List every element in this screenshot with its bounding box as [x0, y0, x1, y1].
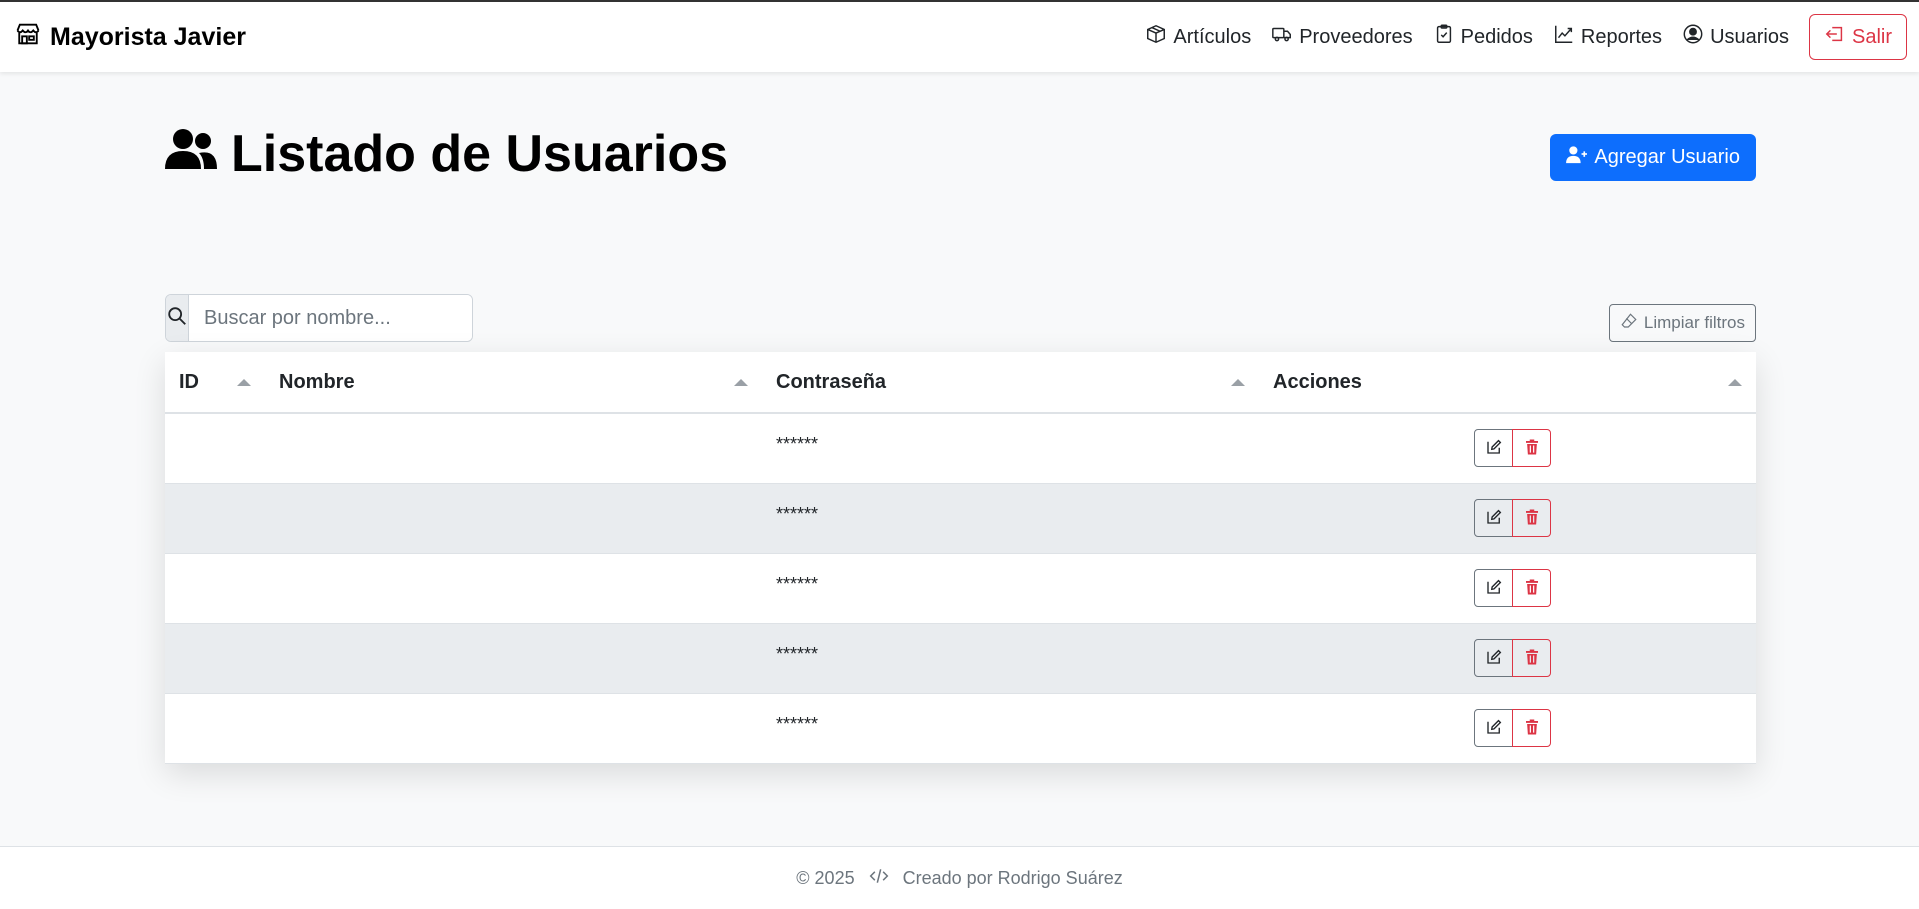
page-title: Listado de Usuarios: [165, 124, 728, 184]
column-header-id[interactable]: ID: [165, 352, 265, 414]
table-row: ******: [165, 623, 1756, 694]
pencil-square-icon: [1485, 648, 1503, 669]
add-user-button[interactable]: Agregar Usuario: [1550, 134, 1756, 181]
cell-nombre: [265, 623, 762, 694]
eraser-icon: [1620, 312, 1638, 335]
cell-id: [165, 413, 265, 484]
nav-item-label: Reportes: [1580, 25, 1663, 48]
cell-actions: [1259, 693, 1756, 764]
delete-button[interactable]: [1512, 499, 1551, 537]
cell-id: [165, 693, 265, 764]
copyright-text: © 2025: [796, 867, 855, 888]
credit-text: Creado por Rodrigo Suárez: [902, 867, 1123, 888]
cell-id: [165, 553, 265, 624]
cell-actions: [1259, 623, 1756, 694]
trash-icon: [1523, 718, 1541, 739]
search-input[interactable]: [189, 295, 472, 341]
title-row: Listado de Usuarios Agregar Usuario: [165, 72, 1756, 222]
delete-button[interactable]: [1512, 569, 1551, 607]
edit-button[interactable]: [1474, 569, 1513, 607]
table-row: ******: [165, 413, 1756, 484]
edit-button[interactable]: [1474, 639, 1513, 677]
column-header-acciones[interactable]: Acciones: [1259, 352, 1756, 414]
cell-actions: [1259, 413, 1756, 484]
logout-label: Salir: [1851, 25, 1892, 48]
trash-icon: [1523, 438, 1541, 459]
cell-password: ******: [762, 483, 1259, 554]
cell-nombre: [265, 553, 762, 624]
logout-button[interactable]: Salir: [1808, 14, 1907, 60]
search-group: [165, 294, 473, 342]
sort-arrow-icon[interactable]: [734, 379, 748, 386]
delete-button[interactable]: [1512, 709, 1551, 747]
truck-icon: [1271, 23, 1293, 51]
cell-id: [165, 483, 265, 554]
sort-arrow-icon[interactable]: [1728, 379, 1742, 386]
column-header-contrasena[interactable]: Contraseña: [762, 352, 1259, 414]
edit-button[interactable]: [1474, 709, 1513, 747]
box-icon: [1145, 23, 1167, 51]
trash-icon: [1523, 508, 1541, 529]
trash-icon: [1523, 578, 1541, 599]
table-row: ******: [165, 553, 1756, 624]
page-title-text: Listado de Usuarios: [231, 125, 728, 183]
graph-up-icon: [1553, 23, 1575, 51]
sort-arrow-icon[interactable]: [1231, 379, 1245, 386]
nav-item-usuarios[interactable]: Usuarios: [1682, 23, 1789, 51]
brand[interactable]: Mayorista Javier: [14, 20, 246, 55]
pencil-square-icon: [1485, 438, 1503, 459]
table-row: ******: [165, 693, 1756, 764]
delete-button[interactable]: [1512, 429, 1551, 468]
cell-nombre: [265, 483, 762, 554]
nav-item-label: Artículos: [1173, 25, 1252, 48]
cell-password: ******: [762, 623, 1259, 694]
table-row: ******: [165, 483, 1756, 554]
nav-item-pedidos[interactable]: Pedidos: [1433, 23, 1533, 51]
nav-item-label: Usuarios: [1710, 25, 1789, 48]
cell-id: [165, 623, 265, 694]
nav-item-label: Pedidos: [1460, 25, 1533, 48]
sort-arrow-icon[interactable]: [237, 379, 251, 386]
nav-item-articulos[interactable]: Artículos: [1145, 23, 1251, 51]
cell-password: ******: [762, 413, 1259, 484]
nav-links: Artículos Proveedores Pedidos Reportes U…: [1145, 14, 1907, 60]
brand-name: Mayorista Javier: [50, 22, 246, 51]
clear-filters-button[interactable]: Limpiar filtros: [1608, 304, 1756, 342]
search-addon: [166, 295, 189, 341]
person-circle-icon: [1682, 23, 1704, 51]
nav-item-proveedores[interactable]: Proveedores: [1271, 23, 1413, 51]
clear-filters-label: Limpiar filtros: [1643, 313, 1745, 332]
filter-row: Limpiar filtros: [165, 294, 1756, 342]
pencil-square-icon: [1485, 508, 1503, 529]
navbar: Mayorista Javier Artículos Proveedores P…: [0, 0, 1919, 72]
cell-actions: [1259, 553, 1756, 624]
box-arrow-left-icon: [1824, 23, 1846, 51]
pencil-square-icon: [1485, 578, 1503, 599]
cell-password: ******: [762, 693, 1259, 764]
cell-nombre: [265, 413, 762, 484]
table-header-row: ID Nombre Contraseña Acciones: [165, 352, 1756, 414]
edit-button[interactable]: [1474, 429, 1513, 468]
person-plus-icon: [1566, 145, 1588, 171]
cell-password: ******: [762, 553, 1259, 624]
code-slash-icon: [869, 867, 889, 890]
pencil-square-icon: [1485, 718, 1503, 739]
clipboard-check-icon: [1433, 23, 1455, 51]
delete-button[interactable]: [1512, 639, 1551, 677]
footer: © 2025 Creado por Rodrigo Suárez: [0, 846, 1919, 909]
search-icon: [166, 305, 188, 332]
edit-button[interactable]: [1474, 499, 1513, 537]
add-user-label: Agregar Usuario: [1594, 146, 1740, 168]
nav-item-reportes[interactable]: Reportes: [1553, 23, 1662, 51]
column-header-nombre[interactable]: Nombre: [265, 352, 762, 414]
main-content: Listado de Usuarios Agregar Usuario Limp…: [165, 72, 1756, 764]
people-icon: [165, 124, 217, 184]
cell-actions: [1259, 483, 1756, 554]
trash-icon: [1523, 648, 1541, 669]
shop-icon: [14, 20, 42, 55]
users-table: ID Nombre Contraseña Acciones ****** ***…: [165, 352, 1756, 764]
cell-nombre: [265, 693, 762, 764]
nav-item-label: Proveedores: [1299, 25, 1413, 48]
